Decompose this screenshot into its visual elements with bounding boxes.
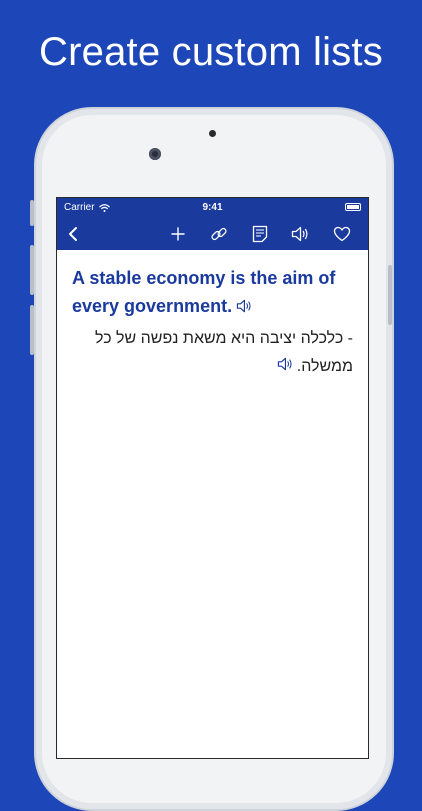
play-sentence-button[interactable]	[236, 293, 252, 321]
phone-speaker	[209, 130, 216, 137]
sentence-card: A stable economy is the aim of every gov…	[57, 250, 368, 381]
note-icon	[252, 225, 268, 243]
hebrew-translation: - כלכלה יציבה היא משאת נפשה של כל ממשלה.	[72, 325, 353, 381]
phone-camera	[149, 148, 161, 160]
hebrew-translation-text: - כלכלה יציבה היא משאת נפשה של כל ממשלה.	[95, 330, 353, 376]
battery-icon	[345, 203, 361, 211]
speaker-icon	[277, 357, 292, 371]
speaker-icon	[291, 226, 308, 242]
speaker-icon	[236, 299, 251, 313]
toolbar	[57, 218, 368, 250]
phone-volume-down	[30, 305, 34, 355]
link-icon	[211, 227, 227, 241]
phone-power-button	[388, 265, 392, 325]
add-button[interactable]	[168, 218, 188, 250]
app-screen: Carrier 9:41 A stable economy is the aim…	[56, 197, 369, 759]
headline: Create custom lists	[39, 30, 383, 74]
favorite-button[interactable]	[330, 218, 354, 250]
link-button[interactable]	[207, 218, 231, 250]
plus-icon	[171, 227, 185, 241]
heart-icon	[333, 226, 351, 242]
english-sentence: A stable economy is the aim of every gov…	[72, 264, 353, 321]
back-button[interactable]	[63, 218, 83, 250]
play-translation-button[interactable]	[277, 353, 293, 381]
phone-volume-up	[30, 245, 34, 295]
status-bar: Carrier 9:41	[57, 198, 368, 218]
english-sentence-text: A stable economy is the aim of every gov…	[72, 268, 336, 316]
notes-button[interactable]	[249, 218, 271, 250]
audio-button[interactable]	[288, 218, 312, 250]
status-time: 9:41	[202, 202, 223, 213]
phone-mute-switch	[30, 200, 34, 226]
chevron-left-icon	[69, 227, 77, 241]
